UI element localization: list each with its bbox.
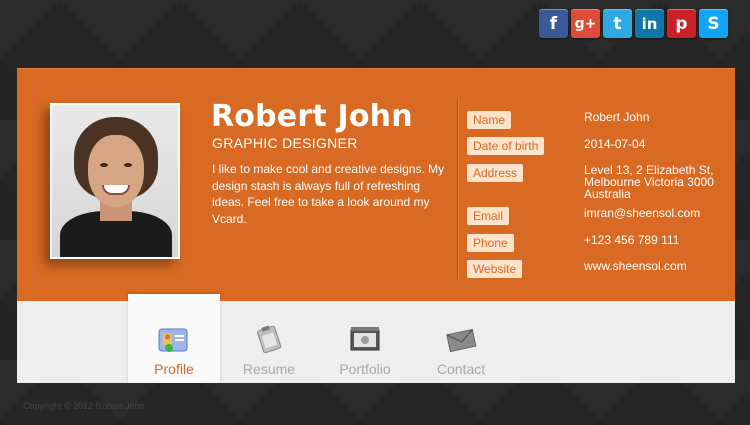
label-address: Address: [467, 164, 524, 182]
copyright: Copyright © 2012 Robert John: [23, 401, 145, 411]
divider: [457, 99, 458, 279]
tab-resume-label: Resume: [242, 361, 296, 377]
tab-portfolio[interactable]: Portfolio: [319, 301, 411, 383]
pinterest-icon[interactable]: p: [667, 9, 696, 38]
linkedin-icon[interactable]: in: [635, 9, 664, 38]
label-website: Website: [467, 260, 523, 278]
tab-portfolio-label: Portfolio: [339, 361, 391, 377]
label-email: Email: [467, 207, 510, 225]
value-email[interactable]: imran@sheensol.com: [584, 207, 734, 219]
skype-icon[interactable]: S: [699, 9, 728, 38]
profile-photo: [50, 103, 180, 259]
tab-contact[interactable]: Contact: [415, 301, 507, 383]
tab-profile-label: Profile: [154, 361, 194, 377]
value-address: Level 13, 2 Elizabeth St, Melbourne Vict…: [584, 163, 714, 201]
photo-gallery-icon: [348, 325, 382, 353]
tab-contact-label: Contact: [436, 361, 486, 377]
profile-card-icon: [157, 325, 191, 353]
profile-name: Robert John: [211, 99, 413, 134]
tab-bar: Profile Resume Portfolio Contact: [17, 294, 735, 383]
label-phone: Phone: [467, 234, 514, 252]
value-name: Robert John: [584, 110, 650, 124]
value-phone: +123 456 789 111: [584, 233, 680, 247]
value-dob: 2014-07-04: [584, 137, 646, 151]
label-name: Name: [467, 111, 512, 129]
twitter-icon[interactable]: t: [603, 9, 632, 38]
value-website[interactable]: www.sheensol.com: [584, 260, 734, 272]
facebook-icon[interactable]: f: [539, 9, 568, 38]
profile-title: GRAPHIC DESIGNER: [212, 135, 358, 151]
tab-profile[interactable]: Profile: [128, 294, 220, 383]
google-plus-icon[interactable]: g+: [571, 9, 600, 38]
vcard: Robert John GRAPHIC DESIGNER I like to m…: [17, 68, 735, 301]
tab-resume[interactable]: Resume: [223, 301, 315, 383]
envelope-icon: [444, 325, 478, 353]
label-dob: Date of birth: [467, 137, 545, 155]
social-links: f g+ t in p S: [539, 9, 728, 38]
clipboard-icon: [252, 325, 286, 354]
profile-bio: I like to make cool and creative designs…: [212, 162, 445, 226]
